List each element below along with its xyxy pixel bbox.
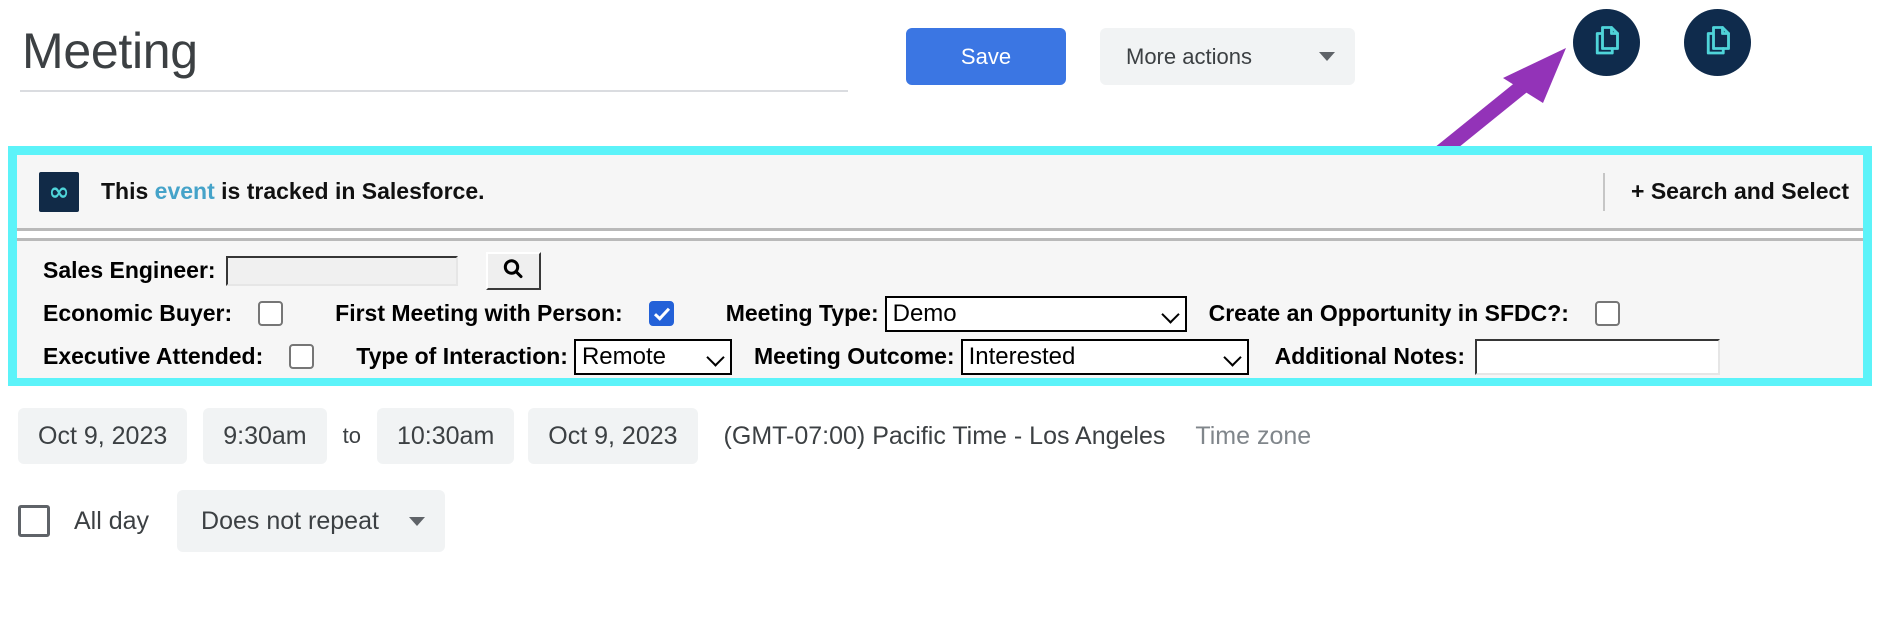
copy-documents-icon: [1589, 23, 1625, 62]
type-of-interaction-select[interactable]: Remote: [573, 338, 732, 375]
end-time-chip[interactable]: 10:30am: [377, 408, 515, 464]
salesforce-tracking-panel: ∞ This event is tracked in Salesforce. +…: [8, 146, 1872, 386]
chevron-down-icon: [1225, 349, 1241, 365]
save-button[interactable]: Save: [906, 28, 1066, 85]
copy-documents-icon: [1700, 23, 1736, 62]
all-day-row: All day Does not repeat: [18, 490, 445, 552]
sales-engineer-search-button[interactable]: [485, 251, 541, 290]
banner-text-prefix: This: [101, 178, 155, 204]
form-row-three: Executive Attended: Type of Interaction:…: [17, 335, 1863, 378]
all-day-checkbox[interactable]: [18, 505, 50, 537]
meeting-outcome-label: Meeting Outcome:: [753, 343, 955, 369]
page-title: Meeting: [22, 23, 198, 79]
salesforce-form: Sales Engineer: Economic Buyer: First Me…: [17, 241, 1863, 378]
meeting-outcome-select[interactable]: Interested: [960, 338, 1249, 375]
panel-divider-gap: [17, 231, 1863, 238]
banner-text-suffix: is tracked in Salesforce.: [214, 178, 485, 204]
title-block: Meeting: [20, 20, 850, 92]
economic-buyer-checkbox[interactable]: [258, 301, 284, 326]
chevron-down-icon: [1319, 52, 1335, 61]
sales-engineer-label: Sales Engineer:: [43, 257, 216, 283]
economic-buyer-label: Economic Buyer:: [43, 300, 233, 326]
copy-documents-button-primary[interactable]: [1573, 9, 1640, 76]
chevron-down-icon: [408, 516, 425, 526]
title-underline: [20, 90, 848, 92]
event-link[interactable]: event: [155, 178, 215, 204]
copy-documents-button-secondary[interactable]: [1684, 9, 1751, 76]
salesforce-banner-bar: ∞ This event is tracked in Salesforce. +…: [17, 155, 1863, 228]
sales-engineer-input[interactable]: [225, 255, 458, 286]
start-date-chip[interactable]: Oct 9, 2023: [18, 408, 188, 464]
timezone-label[interactable]: Time zone: [1195, 422, 1311, 451]
to-separator-label: to: [342, 423, 361, 448]
start-time-chip[interactable]: 9:30am: [203, 408, 327, 464]
schedule-row: Oct 9, 2023 9:30am to 10:30am Oct 9, 202…: [18, 408, 1311, 464]
vertical-divider: [1603, 172, 1606, 211]
meeting-type-value: Demo: [892, 299, 957, 327]
end-date-chip[interactable]: Oct 9, 2023: [528, 408, 698, 464]
all-day-label: All day: [74, 506, 150, 535]
chevron-down-icon: [708, 349, 724, 365]
search-and-select-button[interactable]: + Search and Select: [1631, 178, 1849, 205]
meeting-type-label: Meeting Type:: [725, 300, 879, 326]
type-of-interaction-value: Remote: [581, 342, 667, 370]
executive-attended-label: Executive Attended:: [43, 343, 264, 369]
chevron-down-icon: [1163, 306, 1179, 322]
create-opportunity-checkbox[interactable]: [1594, 301, 1620, 326]
type-of-interaction-label: Type of Interaction:: [356, 343, 568, 369]
form-row-sales-engineer: Sales Engineer:: [17, 249, 1863, 292]
form-row-two: Economic Buyer: First Meeting with Perso…: [17, 292, 1863, 335]
executive-attended-checkbox[interactable]: [289, 344, 315, 369]
additional-notes-input[interactable]: [1474, 338, 1720, 375]
salesforce-app-logo: ∞: [39, 171, 79, 212]
meeting-type-select[interactable]: Demo: [884, 295, 1187, 332]
first-meeting-with-person-label: First Meeting with Person:: [335, 300, 623, 326]
recurrence-dropdown[interactable]: Does not repeat: [177, 490, 445, 552]
first-meeting-with-person-checkbox[interactable]: [648, 301, 674, 326]
meeting-outcome-value: Interested: [968, 342, 1076, 370]
recurrence-value: Does not repeat: [201, 506, 379, 535]
additional-notes-label: Additional Notes:: [1274, 343, 1465, 369]
banner-actions: + Search and Select: [1603, 155, 1849, 228]
infinity-icon: ∞: [48, 177, 70, 206]
more-actions-button[interactable]: More actions: [1100, 28, 1355, 85]
create-opportunity-label: Create an Opportunity in SFDC?:: [1208, 300, 1569, 326]
timezone-value: (GMT-07:00) Pacific Time - Los Angeles: [723, 421, 1166, 450]
page-header: Meeting Save More actions: [0, 0, 1880, 196]
more-actions-label: More actions: [1126, 43, 1252, 69]
salesforce-banner-text: This event is tracked in Salesforce.: [101, 178, 485, 205]
search-icon: [501, 257, 525, 284]
